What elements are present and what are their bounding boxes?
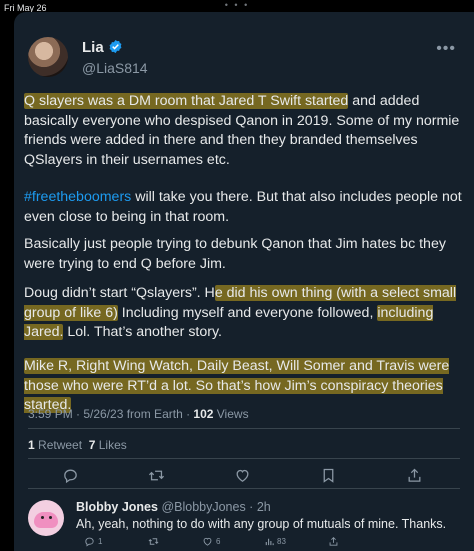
reply-author-name[interactable]: Blobby Jones	[76, 500, 158, 514]
retweets-label[interactable]: Retweet	[35, 438, 89, 452]
author-avatar[interactable]	[28, 37, 68, 77]
author-block[interactable]: Lia @LiaS814	[82, 39, 148, 76]
more-options-icon[interactable]: •••	[436, 40, 456, 58]
divider	[28, 488, 460, 489]
reply-share-icon[interactable]	[328, 536, 339, 547]
blob-eye	[41, 516, 44, 519]
bookmark-icon[interactable]	[320, 467, 337, 484]
divider	[28, 458, 460, 459]
views-count: 102	[193, 407, 214, 421]
share-icon[interactable]	[406, 467, 423, 484]
hashtag-link[interactable]: #freetheboomers	[24, 189, 131, 205]
tweet-stats: 1 Retweet 7 Likes	[28, 438, 127, 452]
views-label: Views	[213, 407, 249, 421]
author-name[interactable]: Lia	[82, 39, 104, 56]
reply-text: Ah, yeah, nothing to do with any group o…	[76, 517, 447, 531]
reply-like-count: 6	[216, 537, 221, 546]
blob-shape	[34, 512, 58, 528]
text-span: Including myself and everyone followed,	[117, 304, 378, 321]
reply-like-icon[interactable]	[202, 536, 213, 547]
retweets-count[interactable]: 1	[28, 438, 35, 452]
status-dots: • • •	[224, 0, 250, 10]
tweet-meta: 3:59 PM · 5/26/23 from Earth · 102 Views	[28, 407, 249, 421]
tweet-paragraph-3: Basically just people trying to debunk Q…	[24, 236, 446, 272]
author-handle[interactable]: @LiaS814	[82, 60, 148, 76]
retweet-icon[interactable]	[148, 467, 165, 484]
text-span: Lol. That’s another story.	[63, 324, 222, 340]
timestamp[interactable]: 3:59 PM · 5/26/23 from Earth ·	[28, 407, 193, 421]
verified-badge-icon	[109, 39, 122, 54]
likes-label[interactable]: Likes	[95, 438, 127, 452]
tweet-paragraph-1: Q slayers was a DM room that Jared T Swi…	[24, 92, 464, 170]
reply-icon[interactable]	[62, 467, 79, 484]
reply-views-icon[interactable]	[264, 536, 275, 547]
tweet-paragraph-4: Doug didn’t start “Qslayers”. He did his…	[24, 284, 464, 343]
reply-avatar[interactable]	[28, 500, 64, 536]
tweet-sheet: Lia @LiaS814 ••• Q slayers was a DM room…	[14, 12, 474, 551]
divider	[28, 428, 460, 429]
like-icon[interactable]	[234, 467, 251, 484]
reply-views-count: 83	[277, 537, 286, 546]
reply-handle[interactable]: @BlobbyJones · 2h	[158, 500, 270, 514]
reply-reply-count: 1	[98, 537, 103, 546]
reply-action-bar: 1 6 83	[76, 536, 456, 548]
reply-tweet[interactable]: Blobby Jones @BlobbyJones · 2h Ah, yeah,…	[14, 494, 474, 551]
reply-retweet-icon[interactable]	[148, 536, 159, 547]
tweet-paragraph-2: #freetheboomers will take you there. But…	[24, 188, 464, 227]
text-span: Doug didn’t start “Qslayers”. H	[24, 285, 215, 301]
highlight: Mike R, Right Wing Watch, Daily Beast, W…	[24, 358, 450, 413]
highlight: Q slayers was a DM room that Jared T Swi…	[24, 93, 349, 109]
blob-eye	[49, 516, 52, 519]
reply-author[interactable]: Blobby Jones @BlobbyJones · 2h	[76, 500, 271, 514]
reply-reply-icon[interactable]	[84, 536, 95, 547]
action-bar	[14, 467, 474, 487]
